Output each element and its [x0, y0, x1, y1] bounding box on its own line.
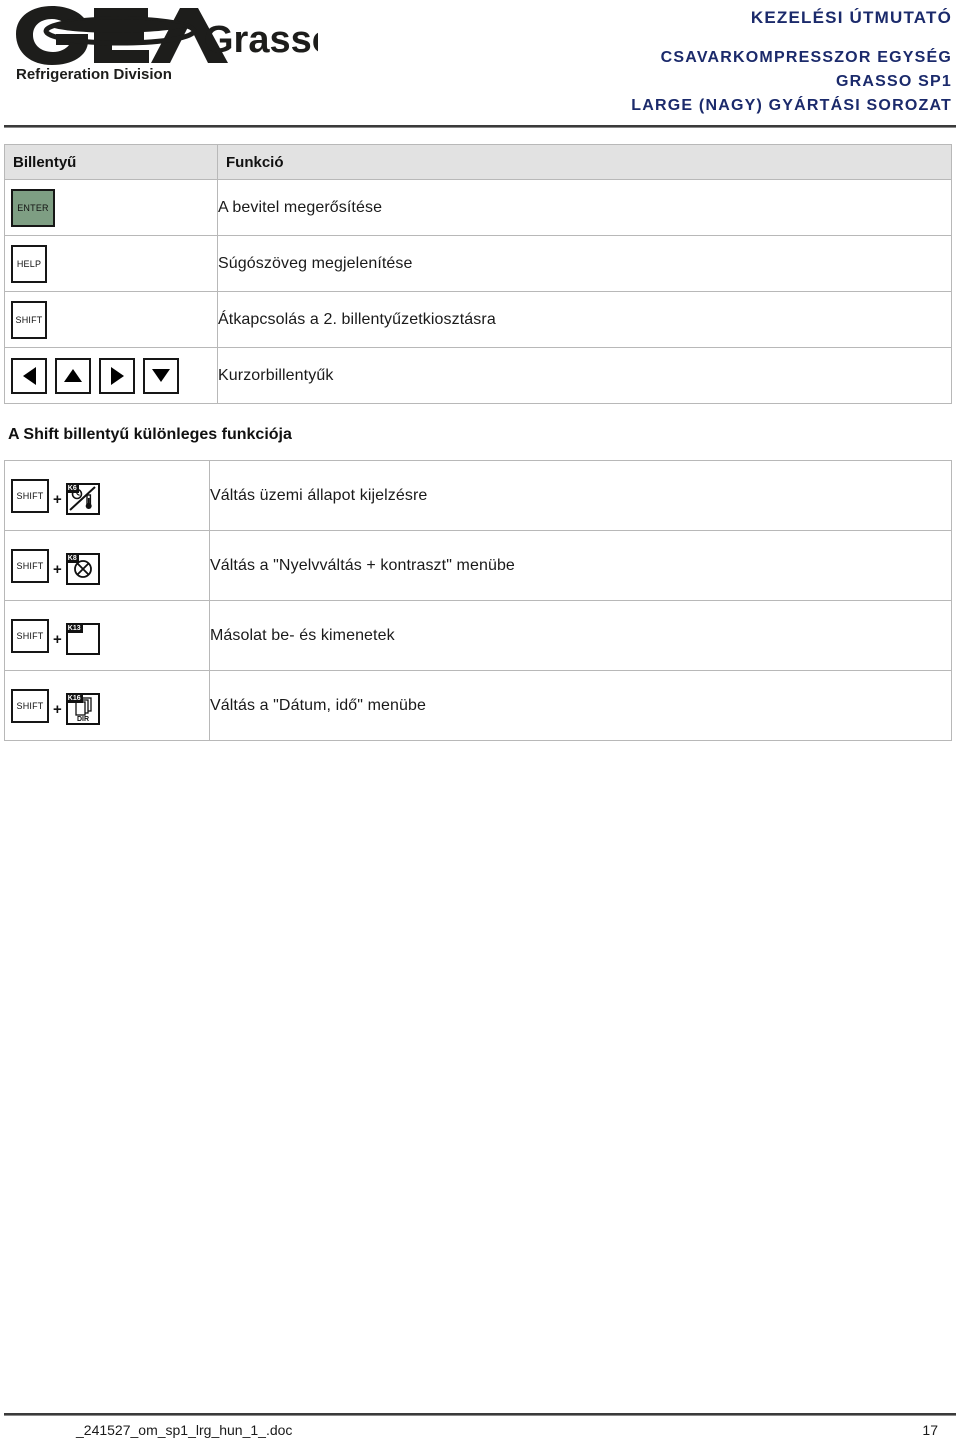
key-function-table: Billentyű Funkció ENTER A bevitel megerő…: [4, 144, 952, 404]
function-cell: Váltás a "Dátum, idő" menübe: [209, 670, 952, 741]
plus-symbol: +: [53, 700, 62, 718]
plus-symbol: +: [53, 560, 62, 578]
shift-key-icon: SHIFT: [11, 478, 49, 513]
function-cell: A bevitel megerősítése: [217, 179, 952, 236]
logo-artwork: Grasso Refrigeration Division: [16, 6, 318, 82]
svg-text:DIR: DIR: [77, 716, 89, 723]
table-row: SHIFT + K8 Váltás a "Nyelvváltás + kontr…: [4, 530, 952, 601]
arrow-right-icon: [99, 357, 135, 394]
function-cell: Váltás üzemi állapot kijelzésre: [209, 460, 952, 531]
page-header: Grasso Refrigeration Division KEZELÉSI Ú…: [0, 0, 960, 128]
footer-filename: _241527_om_sp1_lrg_hun_1_.doc: [76, 1422, 293, 1438]
key-combo-cell-k6: SHIFT + K6: [4, 460, 210, 531]
shift-key-icon: SHIFT: [11, 688, 49, 723]
document-title-block: KEZELÉSI ÚTMUTATÓ CSAVARKOMPRESSZOR EGYS…: [631, 6, 952, 118]
documents-dir-icon: DIR K16: [65, 692, 100, 725]
key-tag-label: K6: [65, 482, 79, 493]
document-subtitle-line-3: LARGE (NAGY) GYÁRTÁSI SOROZAT: [631, 97, 952, 114]
plus-symbol: +: [53, 630, 62, 648]
arrow-down-icon: [143, 357, 179, 394]
function-cell: Átkapcsolás a 2. billentyűzetkiosztásra: [217, 291, 952, 348]
clock-thermometer-icon: K6: [65, 482, 100, 515]
key-glyph-group: ENTER: [5, 188, 217, 227]
shift-key-icon: SHIFT: [11, 300, 47, 339]
table-row: ENTER A bevitel megerősítése: [4, 179, 952, 236]
function-cell: Kurzorbillentyűk: [217, 347, 952, 404]
key-cell-shift: SHIFT: [4, 291, 218, 348]
table-row: HELP Súgószöveg megjelenítése: [4, 235, 952, 292]
table-row: SHIFT + K6 Váltás üzemi állapot kijelzés…: [4, 460, 952, 531]
document-subtitle-line-1: CSAVARKOMPRESSZOR EGYSÉG: [660, 49, 952, 66]
key-combo-cell-k13: SHIFT + K13: [4, 600, 210, 671]
table-row: Kurzorbillentyűk: [4, 347, 952, 404]
shift-key-icon: SHIFT: [11, 548, 49, 583]
key-glyph-group: SHIFT: [5, 300, 217, 339]
key-cell-enter: ENTER: [4, 179, 218, 236]
key-combo-group: SHIFT + DIR K16: [5, 687, 209, 725]
shift-key-icon: SHIFT: [11, 618, 49, 653]
key-combo-group: SHIFT + K13: [5, 617, 209, 655]
key-cell-help: HELP: [4, 235, 218, 292]
document-title: KEZELÉSI ÚTMUTATÓ: [750, 8, 952, 27]
key-glyph-group: [5, 357, 217, 394]
column-header-key: Billentyű: [4, 144, 218, 180]
key-tag-label: K8: [65, 552, 79, 563]
shift-section-heading: A Shift billentyű különleges funkciója: [8, 426, 292, 443]
function-cell: Másolat be- és kimenetek: [209, 600, 952, 671]
key-combo-group: SHIFT + K8: [5, 547, 209, 585]
table-row: SHIFT + DIR K16 Váltás a "Dátum, idő" me…: [4, 670, 952, 741]
column-header-function: Funkció: [217, 144, 952, 180]
gea-grasso-logo: Grasso Refrigeration Division: [8, 4, 318, 82]
svg-text:Grasso: Grasso: [204, 19, 318, 61]
footer-row: _241527_om_sp1_lrg_hun_1_.doc 17: [4, 1422, 956, 1438]
arrow-up-icon: [55, 357, 91, 394]
lamp-crossed-circle-icon: K8: [65, 552, 100, 585]
help-key-icon: HELP: [11, 244, 47, 283]
plus-symbol: +: [53, 490, 62, 508]
key-combo-cell-k8: SHIFT + K8: [4, 530, 210, 601]
table-row: SHIFT + K13 Másolat be- és kimenetek: [4, 600, 952, 671]
table-row: SHIFT Átkapcsolás a 2. billentyűzetkiosz…: [4, 291, 952, 348]
key-tag-label: K13: [65, 622, 83, 633]
svg-text:Refrigeration Division: Refrigeration Division: [16, 66, 172, 82]
key-tag-label: K16: [65, 692, 83, 703]
arrow-left-icon: [11, 357, 47, 394]
key-combo-group: SHIFT + K6: [5, 477, 209, 515]
key-glyph-group: HELP: [5, 244, 217, 283]
page-content: Billentyű Funkció ENTER A bevitel megerő…: [4, 144, 954, 741]
key-cell-cursor-keys: [4, 347, 218, 404]
enter-key-icon: ENTER: [11, 188, 55, 227]
function-cell: Súgószöveg megjelenítése: [217, 235, 952, 292]
blank-icon: K13: [65, 622, 100, 655]
document-subtitle-line-2: GRASSO SP1: [835, 73, 952, 90]
function-cell: Váltás a "Nyelvváltás + kontraszt" menüb…: [209, 530, 952, 601]
page-footer: _241527_om_sp1_lrg_hun_1_.doc 17: [4, 1413, 956, 1438]
table-header-row: Billentyű Funkció: [4, 144, 952, 180]
shift-combination-table: SHIFT + K6 Váltás üzemi állapot kijelzés…: [4, 460, 952, 741]
key-combo-cell-k16: SHIFT + DIR K16: [4, 670, 210, 741]
header-divider: [4, 125, 956, 128]
footer-page-number: 17: [922, 1422, 938, 1438]
footer-divider: [4, 1413, 956, 1416]
